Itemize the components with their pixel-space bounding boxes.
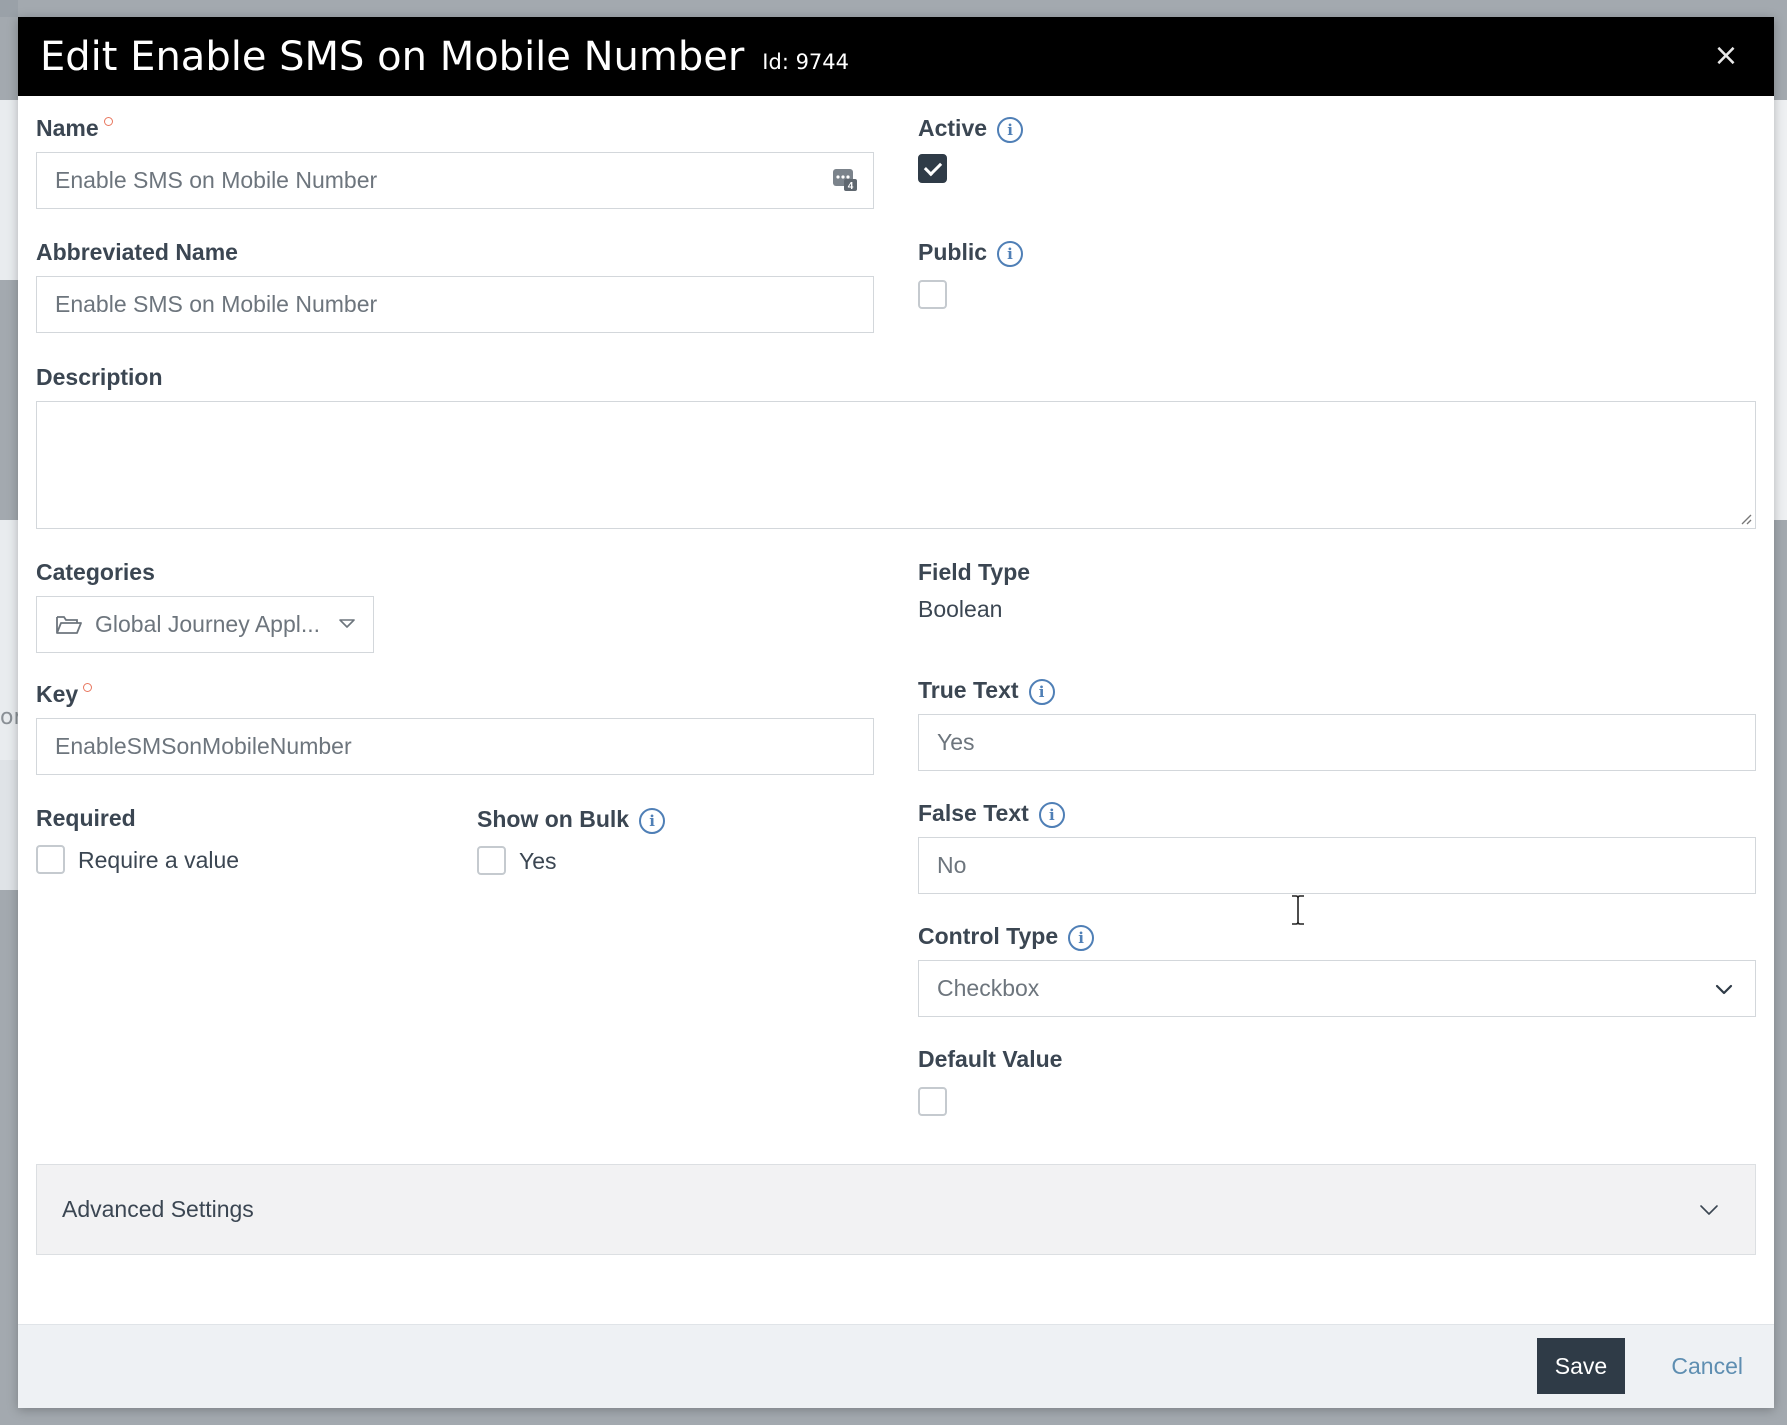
chevron-down-icon	[1715, 984, 1733, 995]
required-label: Required	[36, 805, 136, 831]
cancel-link[interactable]: Cancel	[1671, 1353, 1743, 1380]
key-input[interactable]: EnableSMSonMobileNumber	[36, 718, 874, 775]
backdrop-panel	[0, 760, 18, 890]
categories-dropdown[interactable]: Global Journey Appl...	[36, 596, 374, 653]
info-icon[interactable]: i	[1068, 924, 1095, 951]
caret-down-icon	[339, 619, 355, 628]
false-text-value: No	[937, 852, 967, 878]
advanced-settings-label: Advanced Settings	[62, 1196, 254, 1222]
folder-open-icon	[56, 615, 82, 634]
false-text-input[interactable]: No	[918, 837, 1756, 894]
public-label: Public i	[918, 239, 1024, 267]
false-text-label: False Text i	[918, 800, 1065, 828]
info-icon[interactable]: i	[997, 116, 1024, 143]
field-type-label: Field Type	[918, 559, 1031, 585]
info-icon[interactable]: i	[639, 807, 666, 834]
abbreviated-name-value: Enable SMS on Mobile Number	[55, 291, 378, 317]
info-icon[interactable]: i	[1028, 678, 1055, 705]
edit-field-modal: Edit Enable SMS on Mobile Number Id: 974…	[18, 17, 1774, 1408]
record-id: Id: 9744	[762, 49, 850, 74]
advanced-settings-toggle[interactable]: Advanced Settings	[36, 1164, 1756, 1255]
default-value-checkbox[interactable]	[918, 1087, 947, 1116]
true-text-value: Yes	[937, 729, 975, 755]
info-icon[interactable]: i	[997, 240, 1024, 267]
control-type-label: Control Type i	[918, 923, 1095, 951]
name-input-value: Enable SMS on Mobile Number	[55, 167, 378, 193]
description-label: Description	[36, 364, 163, 390]
modal-header: Edit Enable SMS on Mobile Number Id: 974…	[18, 17, 1774, 96]
text-cursor-icon	[1292, 895, 1304, 925]
required-indicator	[83, 683, 93, 692]
abbreviated-name-input[interactable]: Enable SMS on Mobile Number	[36, 276, 874, 333]
control-type-select[interactable]: Checkbox	[918, 960, 1756, 1017]
translation-icon[interactable]: 4	[833, 169, 857, 191]
show-on-bulk-checkbox[interactable]	[477, 846, 506, 875]
categories-value: Global Journey Appl...	[95, 611, 321, 637]
save-button[interactable]: Save	[1537, 1338, 1625, 1394]
control-type-value: Checkbox	[937, 975, 1040, 1001]
modal-title: Edit Enable SMS on Mobile Number	[40, 33, 745, 80]
public-checkbox[interactable]	[918, 280, 947, 309]
categories-label: Categories	[36, 559, 155, 585]
active-label: Active i	[918, 115, 1024, 143]
true-text-label: True Text i	[918, 677, 1055, 705]
true-text-input[interactable]: Yes	[918, 714, 1756, 771]
close-icon: ×	[1713, 37, 1739, 73]
modal-footer: Save Cancel	[18, 1324, 1774, 1408]
key-label: Key	[36, 681, 93, 708]
field-type-value: Boolean	[918, 596, 1003, 622]
backdrop-top-bar	[0, 0, 18, 17]
active-checkbox[interactable]	[918, 154, 947, 183]
name-label: Name	[36, 115, 113, 142]
chevron-down-icon	[1700, 1205, 1718, 1215]
backdrop-panel	[0, 100, 18, 280]
key-input-value: EnableSMSonMobileNumber	[55, 733, 352, 759]
close-button[interactable]: ×	[1708, 35, 1744, 75]
description-textarea[interactable]	[36, 401, 1756, 529]
require-value-checkbox[interactable]	[36, 845, 65, 874]
default-value-label: Default Value	[918, 1046, 1063, 1072]
required-indicator	[103, 117, 113, 126]
abbreviated-name-label: Abbreviated Name	[36, 239, 238, 265]
info-icon[interactable]: i	[1038, 801, 1065, 828]
backdrop-panel-right	[1774, 100, 1787, 520]
show-on-bulk-label: Show on Bulk i	[477, 806, 666, 834]
name-input[interactable]: Enable SMS on Mobile Number 4	[36, 152, 874, 209]
svg-text:4: 4	[848, 181, 854, 191]
resize-handle-icon[interactable]	[1740, 513, 1752, 525]
require-value-label[interactable]: Require a value	[78, 847, 239, 874]
show-on-bulk-option-label[interactable]: Yes	[519, 848, 557, 875]
